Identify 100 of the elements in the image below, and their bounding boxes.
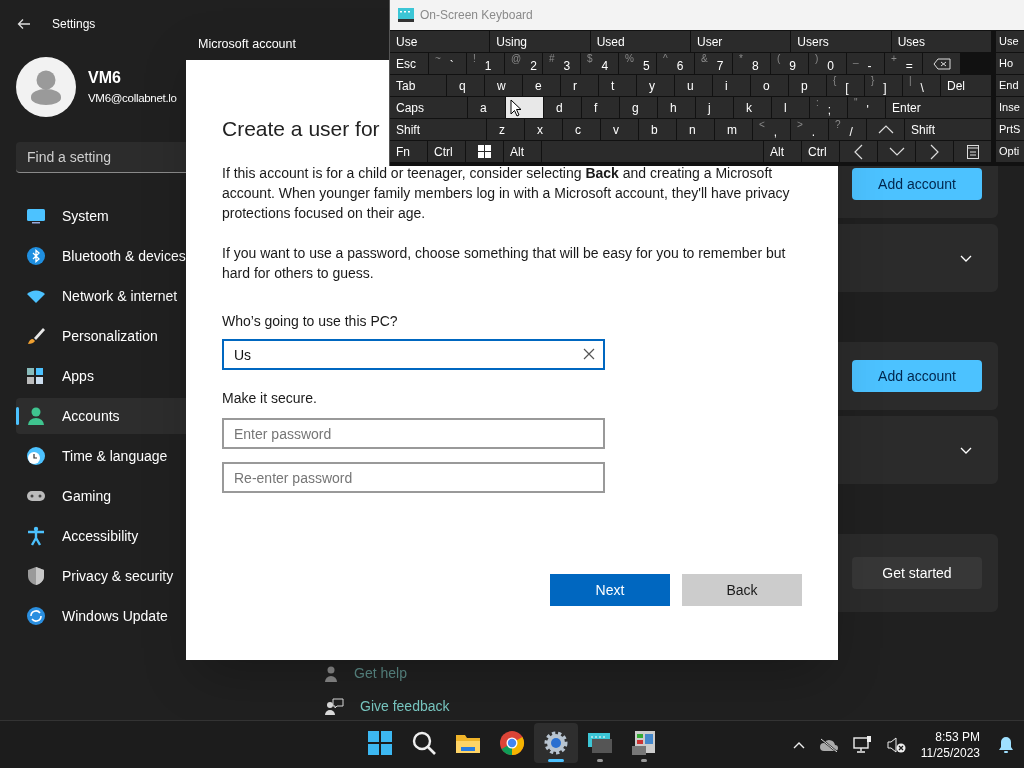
keyboard-key[interactable]: ) 0 <box>809 53 846 74</box>
back-button[interactable]: Back <box>682 574 802 606</box>
keyboard-key[interactable]: h <box>658 97 695 118</box>
keyboard-key[interactable]: b <box>639 119 676 140</box>
suggestion-key[interactable]: Use <box>996 31 1024 52</box>
keyboard-key[interactable]: w <box>485 75 522 96</box>
keyboard-key[interactable]: Tab <box>390 75 446 96</box>
keyboard-key[interactable]: k <box>734 97 771 118</box>
suggestion-key[interactable]: Used <box>590 31 690 52</box>
keyboard-key[interactable]: ! 1 <box>467 53 504 74</box>
keyboard-key[interactable]: _ - <box>847 53 884 74</box>
personalization-icon <box>26 326 46 346</box>
clear-button[interactable] <box>581 346 597 362</box>
keyboard-key[interactable]: Shift <box>905 119 991 140</box>
keyboard-key[interactable]: e <box>523 75 560 96</box>
keyboard-key[interactable]: Alt <box>764 141 801 162</box>
keyboard-key[interactable]: ( 9 <box>771 53 808 74</box>
help-link[interactable]: Give feedback <box>360 696 450 717</box>
keyboard-key[interactable]: Esc <box>390 53 428 74</box>
get-started-button[interactable]: Get started <box>852 557 982 589</box>
keyboard-key[interactable]: t <box>599 75 636 96</box>
suggestion-key[interactable]: Users <box>791 31 891 52</box>
keyboard-key[interactable]: n <box>677 119 714 140</box>
keyboard-key[interactable]: x <box>525 119 562 140</box>
keyboard-key[interactable]: & 7 <box>695 53 732 74</box>
keyboard-key[interactable]: z <box>487 119 524 140</box>
keyboard-key[interactable]: + = <box>885 53 922 74</box>
accessibility-icon <box>26 526 46 546</box>
keyboard-key[interactable]: l <box>772 97 809 118</box>
keyboard-key[interactable]: Ctrl <box>802 141 839 162</box>
keyboard-key[interactable]: g <box>620 97 657 118</box>
keyboard-key[interactable]: Ho <box>996 53 1024 74</box>
keyboard-key[interactable]: c <box>563 119 600 140</box>
suggestion-key[interactable]: Use <box>390 31 490 52</box>
taskbar-button[interactable] <box>534 723 578 763</box>
keyboard-key[interactable]: { [ <box>827 75 864 96</box>
keyboard-key[interactable]: y <box>637 75 674 96</box>
keyboard-key[interactable]: j <box>696 97 733 118</box>
keyboard-key[interactable]: } ] <box>865 75 902 96</box>
keyboard-key[interactable]: Opti <box>996 141 1024 162</box>
keyboard-key[interactable]: Fn <box>390 141 427 162</box>
keyboard-key[interactable]: i <box>713 75 750 96</box>
keyboard-key[interactable]: Ctrl <box>428 141 465 162</box>
keyboard-key[interactable]: | \ <box>903 75 940 96</box>
keyboard-key[interactable]: d <box>544 97 581 118</box>
suggestion-key[interactable]: User <box>691 31 791 52</box>
cursor-icon <box>510 99 522 117</box>
windows-logo-icon <box>478 145 491 158</box>
password-field[interactable]: Re-enter password <box>222 462 605 493</box>
keyboard-key[interactable]: u <box>675 75 712 96</box>
keyboard-key[interactable]: > . <box>791 119 828 140</box>
keyboard-key[interactable] <box>466 141 503 162</box>
keyboard-key[interactable]: r <box>561 75 598 96</box>
keyboard-key[interactable]: a <box>468 97 505 118</box>
network-icon <box>852 736 873 754</box>
keyboard-key[interactable]: Enter <box>886 97 991 118</box>
keyboard-key[interactable]: < , <box>753 119 790 140</box>
password-field[interactable]: Enter password <box>222 418 605 449</box>
help-link[interactable]: Get help <box>354 663 407 684</box>
suggestion-key[interactable]: Uses <box>891 31 991 52</box>
add-account-button[interactable]: Add account <box>852 168 982 200</box>
keyboard-key[interactable]: ^ 6 <box>657 53 694 74</box>
next-button[interactable]: Next <box>550 574 670 606</box>
keyboard-key[interactable]: v <box>601 119 638 140</box>
clock-date: 11/25/2023 <box>920 745 980 761</box>
keyboard-key[interactable]: Inse <box>996 97 1024 118</box>
keyboard-key[interactable]: ~ ` <box>429 53 466 74</box>
keyboard-key[interactable]: q <box>447 75 484 96</box>
keyboard-key[interactable]: Alt <box>504 141 541 162</box>
user-name-field[interactable]: Us <box>222 339 605 370</box>
suggestion-key[interactable]: Using <box>490 31 590 52</box>
keyboard-key[interactable]: ? / <box>829 119 866 140</box>
keyboard-key[interactable]: End <box>996 75 1024 96</box>
keyboard-key[interactable]: $ 4 <box>581 53 618 74</box>
keyboard-key[interactable]: # 3 <box>543 53 580 74</box>
keyboard-key[interactable]: " ' <box>848 97 885 118</box>
keyboard-key[interactable]: * 8 <box>733 53 770 74</box>
keyboard-key[interactable]: @ 2 <box>505 53 542 74</box>
clock-time: 8:53 PM <box>935 729 980 745</box>
nav-item[interactable]: Accessibility <box>16 518 316 554</box>
keyboard-key[interactable]: % 5 <box>619 53 656 74</box>
keyboard-key[interactable]: f <box>582 97 619 118</box>
running-indicator <box>641 759 647 762</box>
chevron-down-icon <box>960 446 972 454</box>
keyboard-key[interactable]: m <box>715 119 752 140</box>
keyboard-key[interactable]: PrtS <box>996 119 1024 140</box>
add-account-button[interactable]: Add account <box>852 360 982 392</box>
keyboard-key[interactable]: Del <box>941 75 991 96</box>
keyboard-key[interactable] <box>954 141 991 162</box>
keyboard-key[interactable] <box>506 97 543 118</box>
keyboard-key[interactable]: Shift <box>390 119 486 140</box>
keyboard-key[interactable]: p <box>789 75 826 96</box>
keyboard-key[interactable] <box>923 53 960 74</box>
keyboard-icon <box>587 730 613 756</box>
system-icon <box>26 206 46 226</box>
keyboard-title: On-Screen Keyboard <box>420 7 533 24</box>
browser-icon <box>499 730 525 756</box>
keyboard-key[interactable]: : ; <box>810 97 847 118</box>
keyboard-key[interactable]: Caps <box>390 97 467 118</box>
keyboard-key[interactable]: o <box>751 75 788 96</box>
